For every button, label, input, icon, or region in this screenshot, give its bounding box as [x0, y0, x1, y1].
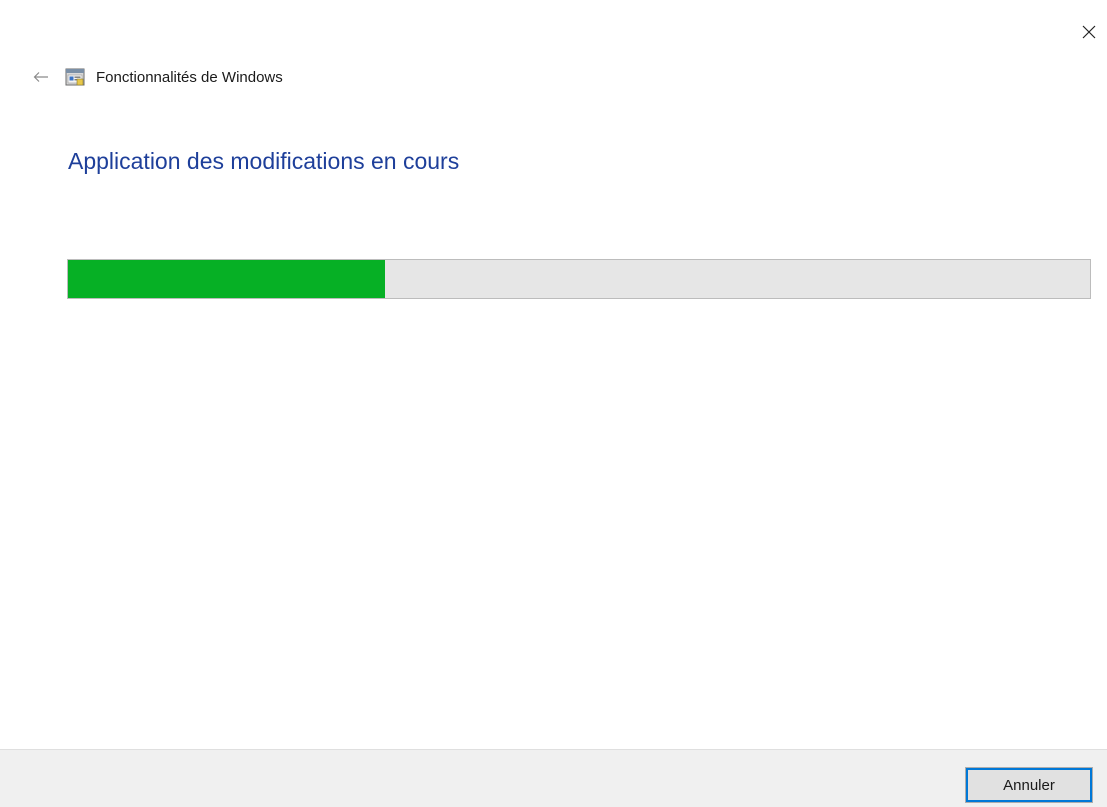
progress-bar-fill [68, 260, 385, 298]
page-heading: Application des modifications en cours [68, 148, 460, 174]
cancel-button[interactable]: Annuler [965, 767, 1093, 803]
windows-features-icon [64, 66, 86, 88]
close-button[interactable] [1077, 20, 1101, 44]
window-title: Fonctionnalités de Windows [96, 68, 283, 86]
progress-bar [67, 259, 1091, 299]
back-arrow-icon [33, 72, 48, 82]
back-button[interactable] [30, 66, 52, 88]
title-bar: Fonctionnalités de Windows [30, 62, 283, 92]
windows-features-dialog: Fonctionnalités de Windows Application d… [0, 0, 1107, 807]
close-icon [1082, 25, 1096, 39]
footer-bar: Annuler [0, 749, 1107, 807]
